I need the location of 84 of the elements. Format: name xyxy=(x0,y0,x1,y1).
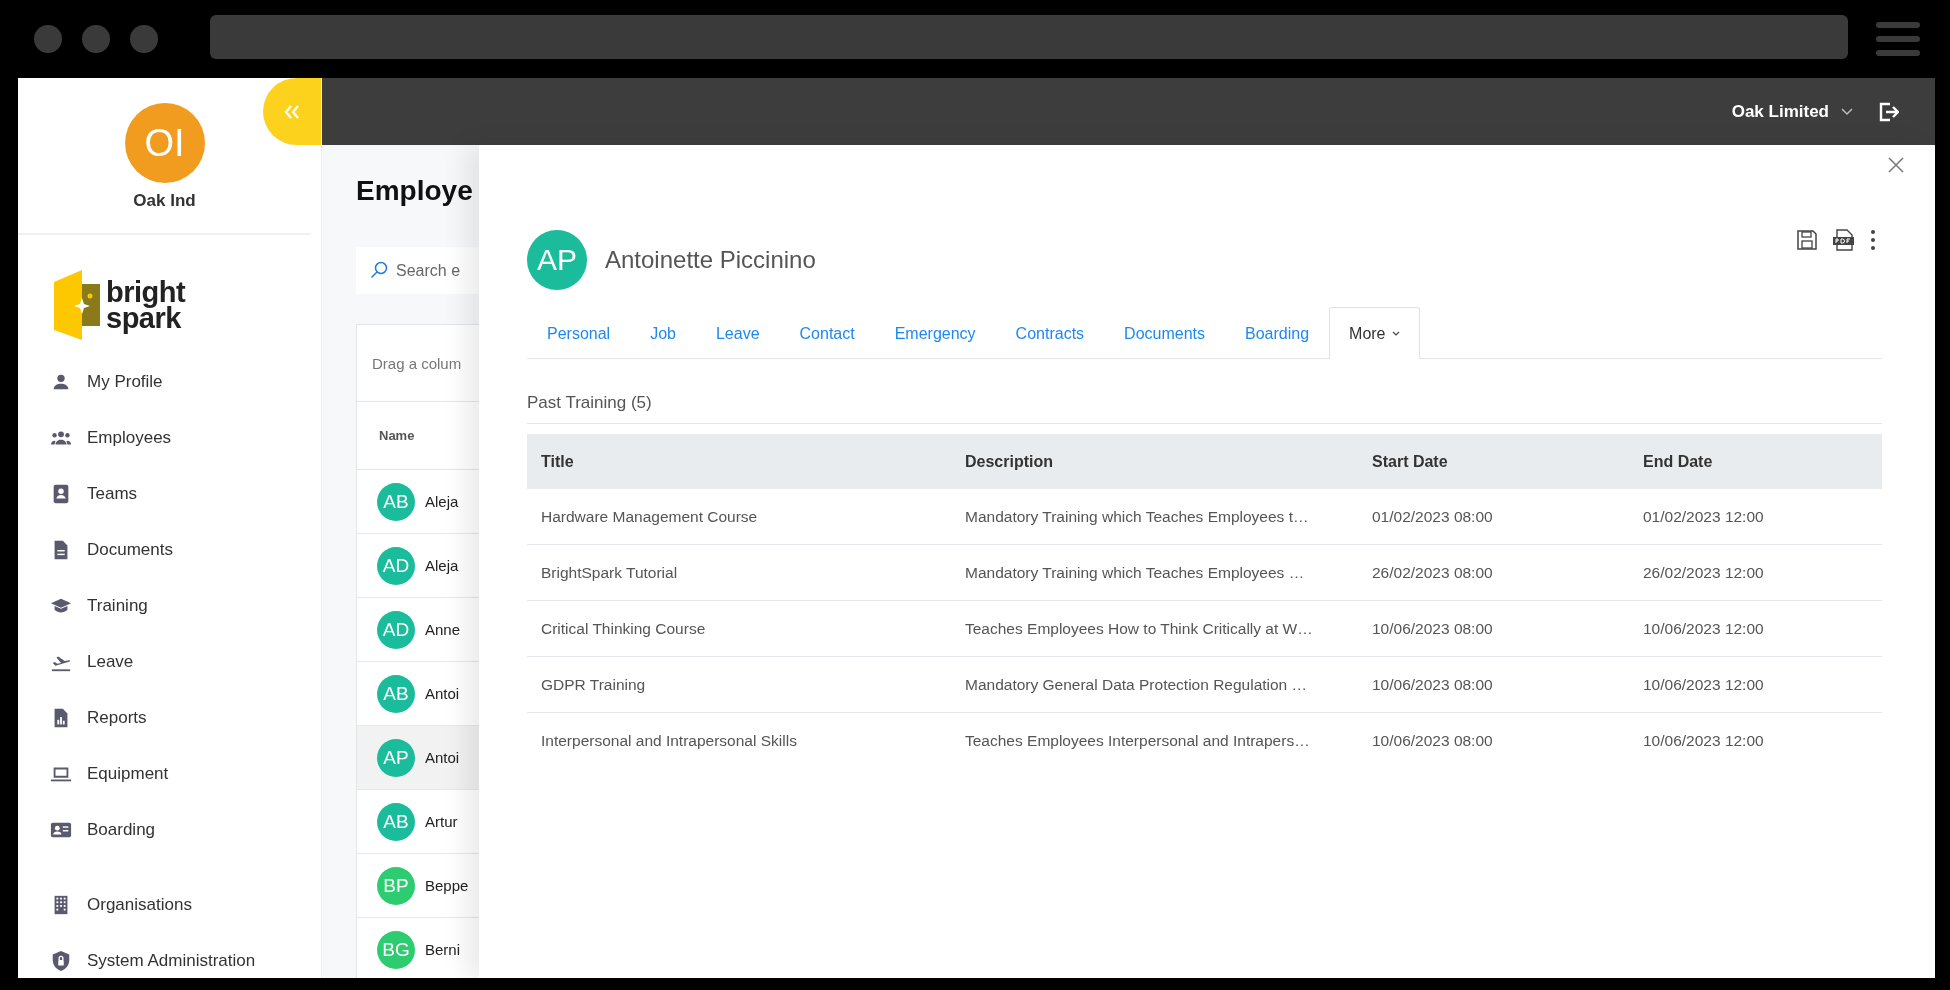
logo-icon xyxy=(54,270,102,340)
nav-item[interactable]: Equipment xyxy=(18,746,321,802)
double-chevron-icon xyxy=(284,104,300,119)
nav-item[interactable]: Boarding xyxy=(18,802,321,858)
page-title: Employe xyxy=(356,175,474,207)
table-cell: 10/06/2023 12:00 xyxy=(1629,600,1882,657)
organisation-name: Oak Ind xyxy=(133,191,196,211)
close-button[interactable] xyxy=(1886,155,1906,175)
more-tab[interactable]: More xyxy=(1329,307,1420,359)
employee-row[interactable]: AP Antoi xyxy=(357,726,479,790)
employee-name: Beppe xyxy=(425,877,469,894)
employee-avatar: AP xyxy=(527,230,587,290)
table-cell: GDPR Training xyxy=(527,656,951,713)
employee-name: Anne xyxy=(425,621,461,638)
employee-name: Aleja xyxy=(425,557,459,574)
tab[interactable]: Documents xyxy=(1104,307,1225,359)
column-header[interactable]: Name xyxy=(379,428,415,443)
tab[interactable]: Boarding xyxy=(1225,307,1330,359)
employee-name: Aleja xyxy=(425,493,459,510)
employee-avatar: BG xyxy=(377,930,415,969)
employee-avatar: AB xyxy=(377,482,415,521)
caret-icon xyxy=(1391,331,1400,336)
employee-name: Berni xyxy=(425,941,461,958)
section-title: Past Training (5) xyxy=(527,393,1882,424)
close-icon xyxy=(1886,155,1906,175)
window-dot xyxy=(34,25,62,53)
nav-item[interactable]: Documents xyxy=(18,522,321,578)
column-header[interactable]: Description xyxy=(951,434,1358,489)
nav-item[interactable]: System Administration xyxy=(18,933,321,978)
table-cell: 26/02/2023 08:00 xyxy=(1358,544,1629,601)
employee-name: Artur xyxy=(425,813,458,830)
nav-item[interactable]: Employees xyxy=(18,410,321,466)
table-cell: 26/02/2023 12:00 xyxy=(1629,544,1882,601)
table-cell: 10/06/2023 08:00 xyxy=(1358,656,1629,713)
nav-item[interactable]: Teams xyxy=(18,466,321,522)
window-dot xyxy=(82,25,110,53)
employee-avatar: AD xyxy=(377,610,415,649)
tab[interactable]: Leave xyxy=(695,307,780,359)
nav-item[interactable]: Organisations xyxy=(18,877,321,933)
table-cell: 10/06/2023 08:00 xyxy=(1358,712,1629,768)
table-cell: BrightSpark Tutorial xyxy=(527,544,951,601)
nav-item[interactable]: Leave xyxy=(18,634,321,690)
employee-avatar: AB xyxy=(377,802,415,841)
table-cell: 01/02/2023 12:00 xyxy=(1629,489,1882,545)
table-cell: 10/06/2023 08:00 xyxy=(1358,600,1629,657)
column-header[interactable]: Title xyxy=(527,434,951,489)
table-cell: Teaches Employees How to Think Critically at W… xyxy=(951,600,1358,657)
tab[interactable]: Contact xyxy=(779,307,875,359)
save-icon[interactable] xyxy=(1796,229,1818,251)
employee-name: Antoi xyxy=(425,685,460,702)
column-header[interactable]: Start Date xyxy=(1358,434,1629,489)
table-cell: 10/06/2023 12:00 xyxy=(1629,712,1882,768)
window-dot xyxy=(130,25,158,53)
employee-name: Antoinette Piccinino xyxy=(605,246,817,274)
table-cell: Mandatory Training which Teaches Employees … xyxy=(951,544,1358,601)
nav-item[interactable]: Training xyxy=(18,578,321,634)
shield-icon xyxy=(50,950,72,972)
table-cell: 01/02/2023 08:00 xyxy=(1358,489,1629,545)
tab[interactable]: Job xyxy=(630,307,696,359)
tab[interactable]: Contracts xyxy=(995,307,1105,359)
table-cell: Critical Thinking Course xyxy=(527,600,951,657)
table-cell: Teaches Employees Interpersonal and Intrapers… xyxy=(951,712,1358,768)
tab[interactable]: Emergency xyxy=(874,307,996,359)
nav-item[interactable]: Reports xyxy=(18,690,321,746)
more-options-icon[interactable] xyxy=(1870,229,1876,251)
table-cell: 10/06/2023 12:00 xyxy=(1629,656,1882,713)
employee-avatar: AB xyxy=(377,674,415,713)
employee-avatar: BP xyxy=(377,866,415,905)
table-cell: Mandatory Training which Teaches Employees t… xyxy=(951,489,1358,545)
logout-icon[interactable] xyxy=(1877,100,1899,123)
chevron-down-icon xyxy=(1841,107,1853,116)
table-cell: Hardware Management Course xyxy=(527,489,951,545)
organisation-switcher[interactable]: Oak Limited xyxy=(1731,101,1853,122)
table-cell: Interpersonal and Intrapersonal Skills xyxy=(527,712,951,768)
employee-name: Antoi xyxy=(425,749,460,766)
employee-avatar: AP xyxy=(377,738,415,777)
group-by-hint: Drag a colum xyxy=(372,354,462,372)
column-header[interactable]: End Date xyxy=(1629,434,1882,489)
employee-avatar: AD xyxy=(377,546,415,585)
pdf-file-icon[interactable] xyxy=(1832,228,1856,252)
nav-item[interactable]: My Profile xyxy=(18,354,321,410)
tab[interactable]: Personal xyxy=(527,307,631,359)
search-field[interactable]: Search e xyxy=(356,247,479,294)
table-cell: Mandatory General Data Protection Regulation … xyxy=(951,656,1358,713)
